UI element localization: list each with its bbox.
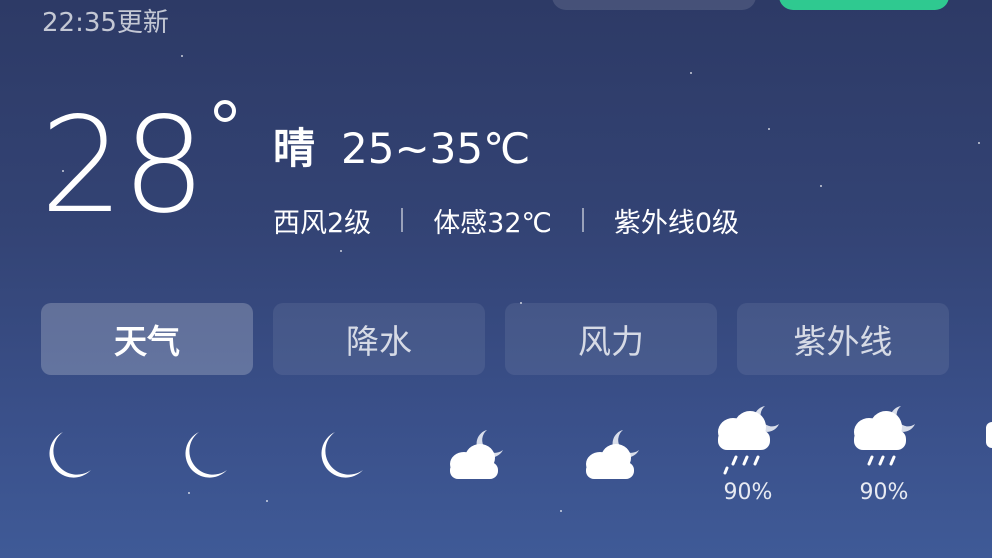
weather-details: 西风2级 体感32℃ 紫外线0级	[273, 200, 739, 240]
tab-wind[interactable]: 风力	[505, 303, 717, 375]
tab-weather[interactable]: 天气	[41, 303, 253, 375]
top-action-button[interactable]	[552, 0, 756, 10]
moon-icon	[49, 432, 91, 478]
update-time: 22:35更新	[42, 8, 169, 38]
precip-probability: 90%	[859, 480, 909, 505]
next-item-edge	[986, 422, 992, 448]
forecast-tabs: 天气 降水 风力 紫外线	[41, 303, 969, 375]
temperature-range: 25~35℃	[341, 124, 531, 173]
cloudy-night-icon	[450, 430, 503, 479]
uv-info: 紫外线0级	[613, 207, 740, 239]
moon-icon	[321, 432, 363, 478]
hourly-item: 90%	[816, 400, 952, 506]
divider	[401, 208, 404, 232]
hourly-forecast[interactable]: 90% 90%	[0, 400, 992, 520]
divider	[581, 208, 584, 232]
hourly-item	[136, 400, 272, 492]
hourly-item	[0, 400, 136, 492]
rain-night-icon	[718, 406, 779, 475]
feels-like-info: 体感32℃	[433, 207, 552, 239]
hourly-item	[272, 400, 408, 492]
tab-uv[interactable]: 紫外线	[737, 303, 949, 375]
moon-icon	[185, 432, 227, 478]
degree-icon	[214, 100, 236, 122]
hourly-item	[544, 400, 680, 492]
current-temperature: 28	[40, 89, 206, 243]
hourly-item: 90%	[680, 400, 816, 506]
tab-precipitation[interactable]: 降水	[273, 303, 485, 375]
cloudy-night-icon	[586, 430, 639, 479]
wind-info: 西风2级	[273, 207, 372, 239]
weather-condition: 晴 25~35℃	[273, 122, 530, 176]
rain-night-icon	[854, 406, 915, 466]
condition-text: 晴	[273, 124, 316, 173]
precip-probability: 90%	[723, 480, 773, 505]
top-primary-button[interactable]	[779, 0, 949, 10]
hourly-item	[408, 400, 544, 492]
